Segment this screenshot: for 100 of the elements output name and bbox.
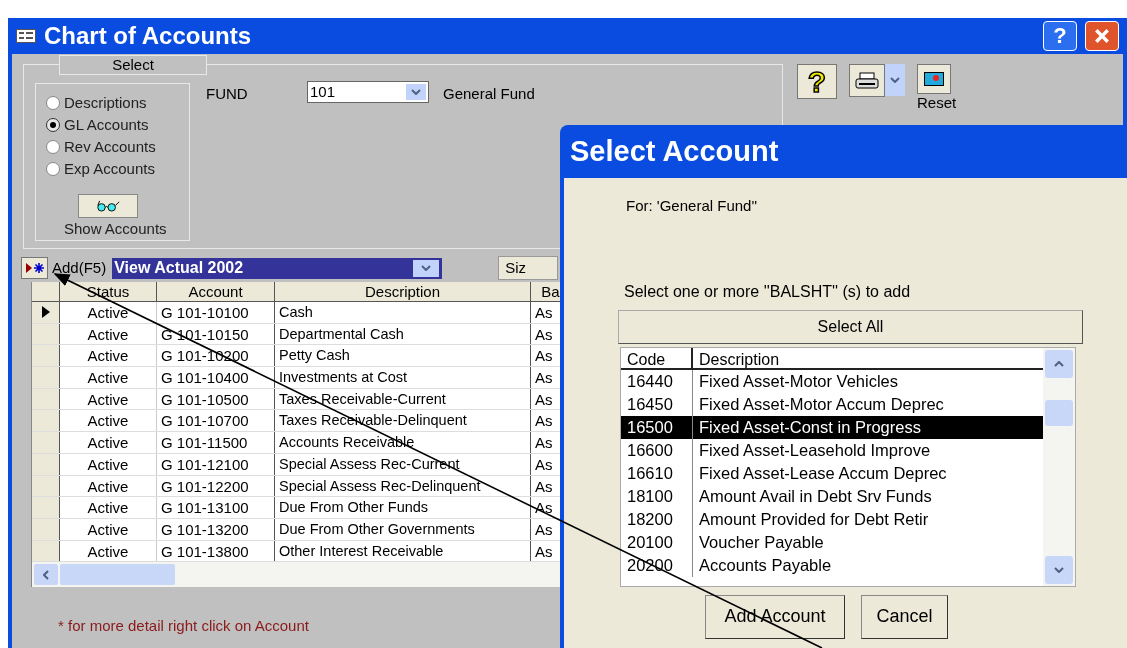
table-cell-text: As [534, 389, 554, 410]
show-accounts-button[interactable] [78, 194, 138, 218]
table-cell: Investments at Cost [275, 367, 531, 388]
cancel-button[interactable]: Cancel [861, 594, 948, 639]
account-list-item[interactable]: 18100 Amount Avail in Debt Srv Funds [621, 484, 1043, 508]
scroll-thumb[interactable] [1045, 399, 1073, 426]
chevron-down-icon [1054, 566, 1064, 573]
fund-caption: For: 'General Fund'' [626, 196, 759, 216]
window-title: Chart of Accounts [44, 21, 252, 51]
table-cell: Active [60, 453, 157, 475]
column-header[interactable]: Description [693, 347, 780, 368]
column-header[interactable]: Code [621, 347, 693, 368]
reset-screen-button[interactable] [917, 64, 951, 94]
footnote: * for more detail right click on Account [58, 617, 309, 635]
table-cell-text: As [534, 433, 554, 453]
account-list-item[interactable]: 20100 Voucher Payable [621, 530, 1043, 554]
add-account-button[interactable]: Add Account [705, 594, 845, 639]
table-cell: G 101-13800 [157, 540, 275, 562]
table-cell: Active [60, 475, 157, 497]
chevron-down-icon [421, 265, 432, 271]
print-button[interactable] [849, 64, 885, 97]
table-cell: Taxes Receivable-Current [275, 388, 531, 410]
select-group-title: Select [59, 55, 207, 75]
table-cell-text: As [534, 368, 554, 388]
table-cell: G 101-10500 [157, 388, 275, 410]
account-list-item[interactable]: 16440 Fixed Asset-Motor Vehicles [621, 369, 1043, 393]
row-selector[interactable] [32, 302, 60, 323]
select-all-button[interactable]: Select All [618, 309, 1083, 344]
scroll-left-button[interactable] [34, 564, 58, 586]
table-cell: Due From Other Funds [275, 497, 531, 518]
table-cell-text: As [534, 411, 554, 432]
table-cell: G 101-12100 [157, 453, 275, 475]
scroll-thumb[interactable] [60, 564, 175, 586]
close-button[interactable] [1085, 21, 1119, 51]
table-cell: Special Assess Rec-Delinquent [275, 475, 531, 497]
monitor-icon [924, 72, 944, 86]
table-cell-text: As [534, 346, 554, 367]
row-selector[interactable] [32, 388, 60, 410]
radio-label: Exp Accounts [64, 158, 155, 179]
table-cell-text: As [534, 454, 554, 475]
row-selector[interactable] [32, 432, 60, 453]
row-selector[interactable] [32, 475, 60, 497]
view-dropdown[interactable]: View Actual 2002 [112, 257, 443, 279]
table-cell: Active [60, 410, 157, 432]
chevron-down-icon [890, 77, 900, 83]
table-cell: Active [60, 518, 157, 540]
table-cell: G 101-11500 [157, 432, 275, 453]
row-selector[interactable] [32, 345, 60, 367]
scroll-down-button[interactable] [1045, 555, 1073, 584]
table-cell: G 101-10400 [157, 367, 275, 388]
column-header[interactable]: Account [157, 282, 275, 301]
dialog-title: Select Account [570, 133, 779, 169]
chevron-left-icon [43, 569, 49, 580]
row-selector[interactable] [32, 497, 60, 518]
window-form-icon [16, 29, 36, 43]
scroll-up-button[interactable] [1045, 349, 1073, 378]
row-selector[interactable] [32, 410, 60, 432]
show-accounts-label: Show Accounts [64, 218, 168, 239]
close-icon [1094, 28, 1110, 44]
radio-label: GL Accounts [64, 114, 149, 135]
table-cell: Active [60, 302, 157, 323]
glasses-icon [95, 199, 121, 213]
row-selector[interactable] [32, 367, 60, 388]
current-row-icon [41, 306, 50, 319]
table-cell: G 101-10100 [157, 302, 275, 323]
row-selector[interactable] [32, 323, 60, 345]
radio-label: Rev Accounts [64, 136, 156, 157]
table-cell: Active [60, 497, 157, 518]
add-label: Add(F5) [52, 257, 107, 278]
table-cell: G 101-12200 [157, 475, 275, 497]
printer-icon [855, 71, 879, 90]
table-cell-text: As [534, 303, 554, 323]
reset-screen-label: Reset [917, 94, 957, 112]
radio-button[interactable] [46, 140, 60, 154]
account-list-item[interactable]: 16610 Fixed Asset-Lease Accum Deprec [621, 461, 1043, 485]
fund-name: General Fund [443, 84, 535, 104]
radio-button[interactable] [46, 96, 60, 110]
account-list-item[interactable]: 16450 Fixed Asset-Motor Accum Deprec [621, 392, 1043, 416]
table-cell: Active [60, 540, 157, 562]
vertical-scrollbar[interactable] [1043, 347, 1075, 586]
account-list-item[interactable]: 18200 Amount Provided for Debt Retir [621, 507, 1043, 531]
radio-label: Descriptions [64, 92, 147, 113]
table-cell: Active [60, 367, 157, 388]
column-header[interactable]: Description [275, 282, 531, 301]
row-selector[interactable] [32, 518, 60, 540]
account-list-item[interactable]: 16500 Fixed Asset-Const in Progress [621, 415, 1043, 439]
account-list-item[interactable]: 16600 Fixed Asset-Leasehold Improve [621, 438, 1043, 462]
help-button[interactable]: ? [1043, 21, 1077, 51]
radio-button[interactable] [46, 162, 60, 176]
row-selector[interactable] [32, 453, 60, 475]
table-cell-text: As [534, 541, 554, 562]
table-cell-text: As [534, 476, 554, 497]
row-selector[interactable] [32, 540, 60, 562]
size-button[interactable]: Siz [498, 256, 559, 280]
table-cell: Active [60, 345, 157, 367]
table-cell: Active [60, 323, 157, 345]
instruction-text: Select one or more ''BALSHT'' (s) to add [624, 281, 912, 302]
add-record-button[interactable] [21, 257, 48, 279]
radio-button[interactable] [46, 118, 60, 132]
fund-dropdown[interactable]: 101 [307, 81, 429, 103]
